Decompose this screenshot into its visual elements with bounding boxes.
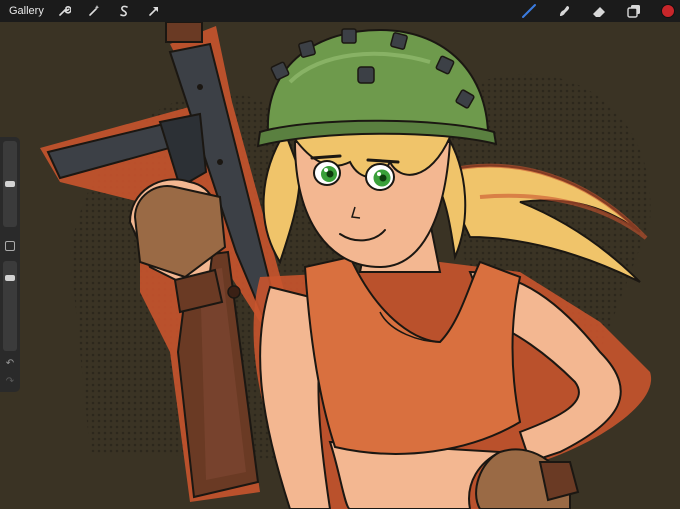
transform-arrow-icon[interactable] (146, 3, 162, 19)
color-picker-button[interactable] (661, 4, 675, 18)
artwork-illustration (0, 22, 680, 509)
opacity-slider[interactable] (3, 261, 17, 351)
redo-icon[interactable]: ↷ (3, 377, 17, 387)
brush-icon[interactable] (521, 3, 537, 19)
drawing-canvas[interactable] (0, 22, 680, 509)
layers-icon[interactable] (626, 3, 642, 19)
wrench-icon[interactable] (56, 3, 72, 19)
brush-size-thumb[interactable] (5, 181, 15, 187)
brush-sidebar: ↶ ↷ (0, 137, 20, 392)
eraser-icon[interactable] (591, 3, 607, 19)
brush-size-slider[interactable] (3, 141, 17, 227)
gallery-button[interactable]: Gallery (9, 5, 44, 17)
opacity-thumb[interactable] (5, 275, 15, 281)
smudge-icon[interactable] (556, 3, 572, 19)
top-toolbar: Gallery (0, 0, 680, 22)
magic-wand-icon[interactable] (86, 3, 102, 19)
selection-icon[interactable] (116, 3, 132, 19)
undo-icon[interactable]: ↶ (3, 359, 17, 369)
modify-button-icon[interactable] (5, 241, 15, 251)
